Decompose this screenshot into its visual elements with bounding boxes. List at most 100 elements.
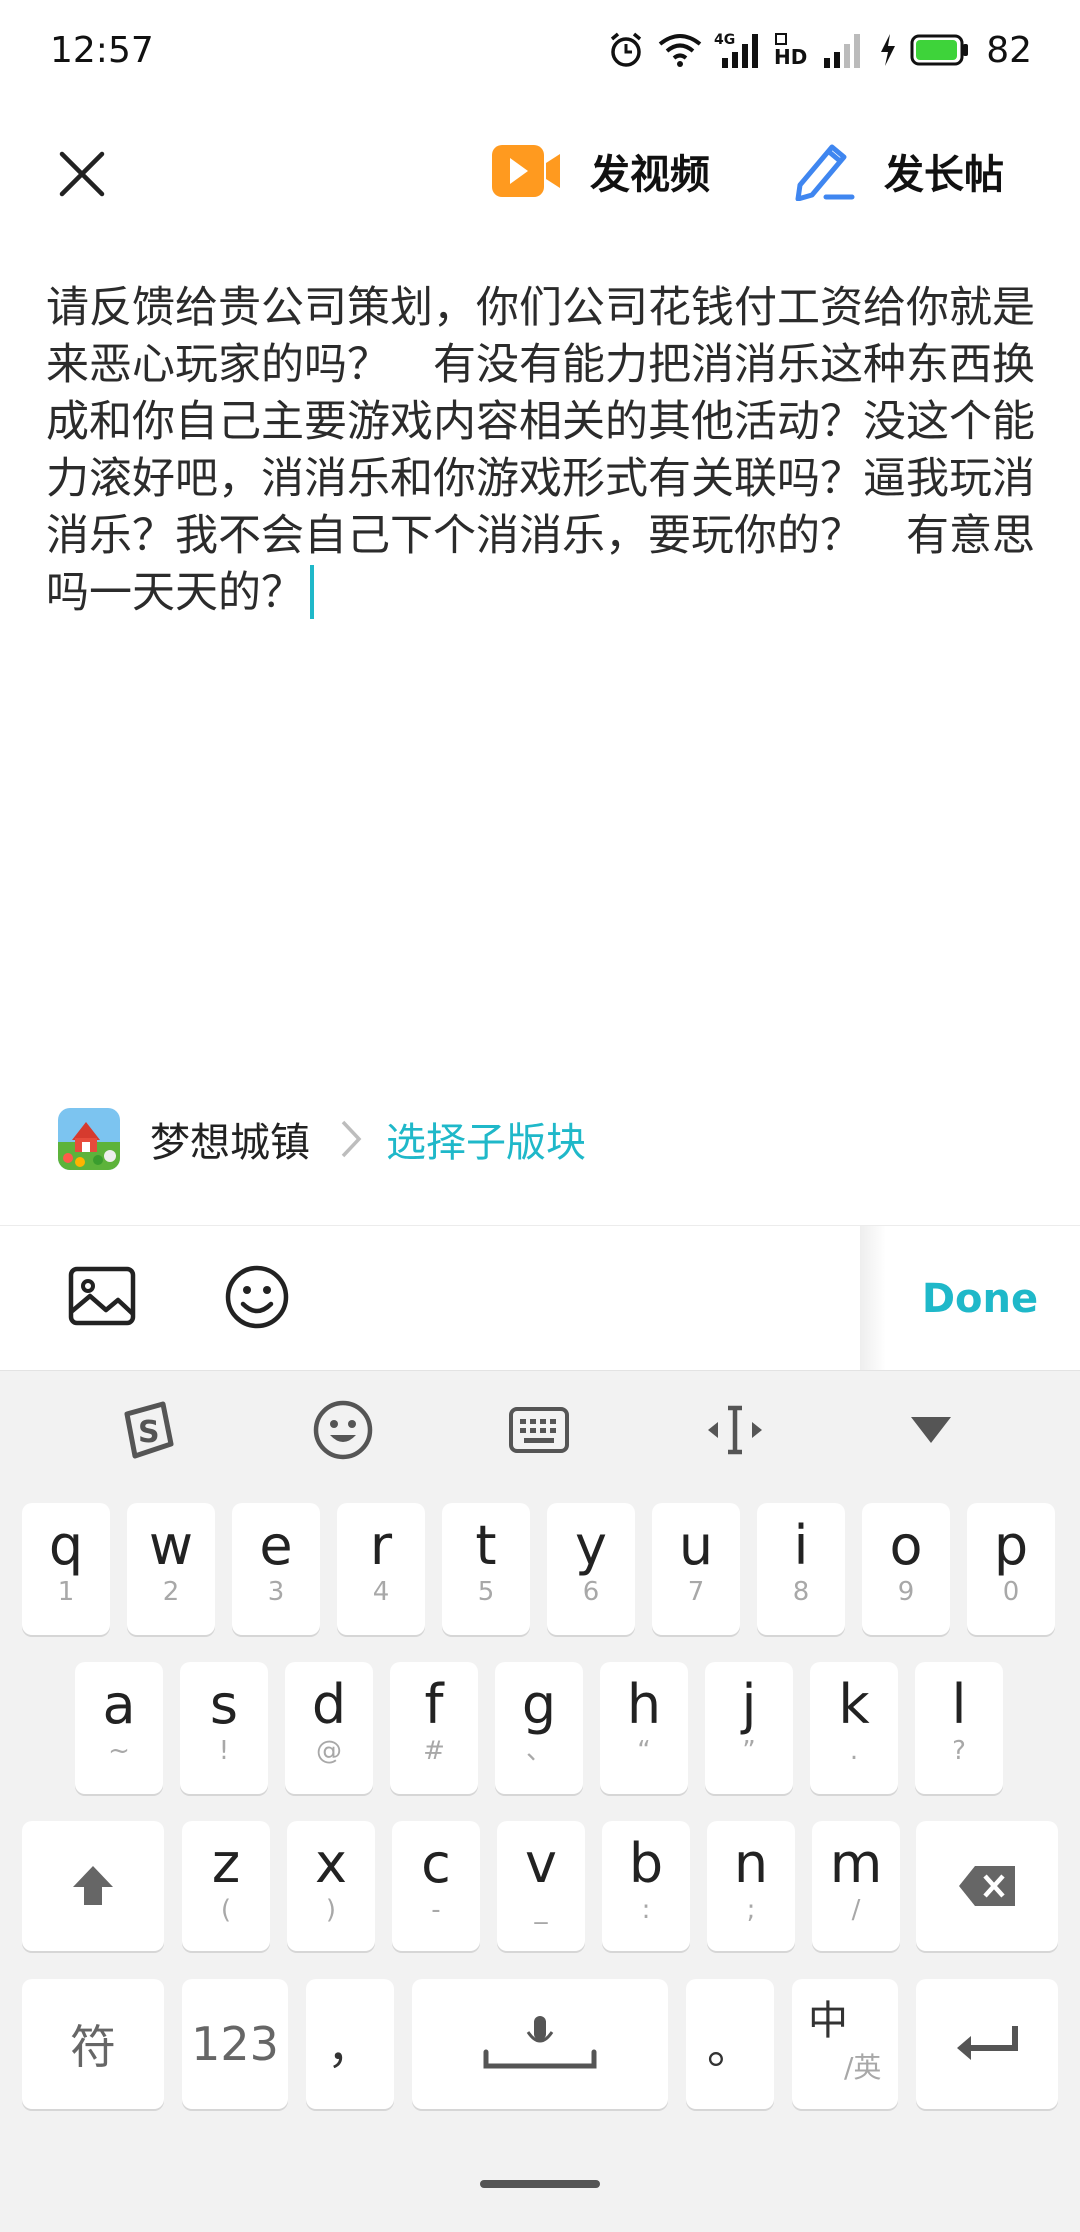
key-t[interactable]: t5	[442, 1503, 530, 1635]
key-s[interactable]: s!	[180, 1662, 268, 1794]
key-v[interactable]: v _	[497, 1821, 585, 1951]
key-letter: f	[424, 1673, 444, 1736]
post-video-label: 发视频	[590, 152, 710, 198]
image-icon	[68, 1266, 136, 1326]
backspace-icon	[959, 1866, 1015, 1906]
key-secondary: 0	[1002, 1577, 1020, 1607]
key-secondary: /	[851, 1895, 861, 1925]
status-bar: 12:57 4G HD 82	[0, 0, 1080, 110]
key-secondary: 7	[687, 1577, 705, 1607]
key-secondary: 8	[792, 1577, 810, 1607]
close-button[interactable]	[50, 142, 114, 206]
keyboard-emoji-button[interactable]	[308, 1399, 378, 1461]
home-indicator[interactable]	[480, 2180, 600, 2188]
key-y[interactable]: y6	[547, 1503, 635, 1635]
key-w[interactable]: w2	[127, 1503, 215, 1635]
key-letter: j	[741, 1673, 757, 1736]
key-secondary: .	[849, 1736, 859, 1766]
key-q[interactable]: q1	[22, 1503, 110, 1635]
key-secondary: (	[220, 1895, 232, 1925]
key-a[interactable]: a ~	[75, 1662, 163, 1794]
key-f[interactable]: f #	[390, 1662, 478, 1794]
key-secondary: ?	[952, 1736, 966, 1766]
key-letter: y	[575, 1514, 607, 1577]
numbers-key[interactable]: 123	[182, 1979, 288, 2109]
key-x[interactable]: x)	[287, 1821, 375, 1951]
enter-key[interactable]	[916, 1979, 1058, 2109]
key-d[interactable]: d @	[285, 1662, 373, 1794]
key-l[interactable]: l?	[915, 1662, 1003, 1794]
shift-arrow-icon	[73, 1866, 113, 1905]
key-secondary: _	[534, 1895, 548, 1925]
lang-main-label: 中	[808, 1998, 848, 2044]
key-k[interactable]: k.	[810, 1662, 898, 1794]
done-area: Done	[860, 1226, 1080, 1371]
key-letter: m	[829, 1832, 883, 1895]
key-j[interactable]: j”	[705, 1662, 793, 1794]
post-long-button[interactable]: 发长帖	[790, 136, 1004, 206]
key-letter: g	[521, 1673, 557, 1736]
key-u[interactable]: u7	[652, 1503, 740, 1635]
key-secondary: ~	[108, 1736, 130, 1766]
insert-emoji-button[interactable]	[224, 1264, 290, 1334]
lang-sub-label: /英	[844, 2051, 882, 2084]
keyboard-toolbar: S	[0, 1371, 1080, 1486]
key-c[interactable]: c-	[392, 1821, 480, 1951]
editor-toolbar: Done	[0, 1225, 1080, 1371]
hd-icon: HD	[774, 33, 808, 69]
key-letter: p	[993, 1514, 1029, 1577]
post-text-area[interactable]: 请反馈给贵公司策划，你们公司花钱付工资给你就是来恶心玩家的吗？ 有没有能力把消消…	[46, 280, 1036, 622]
key-b[interactable]: b:	[602, 1821, 690, 1951]
key-letter: d	[311, 1673, 347, 1736]
key-r[interactable]: r4	[337, 1503, 425, 1635]
comma-key-label: ，	[327, 2020, 373, 2074]
board-selector[interactable]: 梦想城镇 选择子版块	[58, 1105, 586, 1173]
key-secondary: 、	[525, 1736, 552, 1766]
key-secondary: 9	[897, 1577, 915, 1607]
key-p[interactable]: p0	[967, 1503, 1055, 1635]
enter-arrow-icon	[957, 2026, 1018, 2060]
key-letter: n	[733, 1832, 769, 1895]
language-switch-key[interactable]: 中 /英	[792, 1979, 898, 2109]
key-letter: r	[369, 1514, 393, 1577]
space-key[interactable]	[412, 1979, 668, 2109]
key-g[interactable]: g、	[495, 1662, 583, 1794]
key-i[interactable]: i8	[757, 1503, 845, 1635]
key-h[interactable]: h “	[600, 1662, 688, 1794]
key-letter: t	[475, 1514, 497, 1577]
key-e[interactable]: e3	[232, 1503, 320, 1635]
comma-key[interactable]: ，	[306, 1979, 394, 2109]
key-secondary: !	[218, 1736, 230, 1766]
period-key[interactable]: 。	[686, 1979, 774, 2109]
key-secondary: #	[423, 1736, 445, 1766]
board-game-icon	[58, 1108, 120, 1170]
post-video-button[interactable]: 发视频	[490, 136, 710, 206]
wifi-icon	[658, 34, 702, 67]
board-name: 梦想城镇	[150, 1120, 310, 1166]
select-subboard-link[interactable]: 选择子版块	[386, 1110, 586, 1168]
numbers-key-label: 123	[191, 2017, 279, 2071]
sogou-logo-button[interactable]: S	[112, 1399, 182, 1461]
hide-keyboard-button[interactable]	[896, 1399, 966, 1461]
insert-image-button[interactable]	[68, 1266, 136, 1330]
cursor-move-button[interactable]	[700, 1399, 770, 1461]
key-z[interactable]: z(	[182, 1821, 270, 1951]
key-letter: h	[626, 1673, 662, 1736]
pen-icon	[795, 144, 855, 201]
key-secondary: 6	[582, 1577, 600, 1607]
key-o[interactable]: o9	[862, 1503, 950, 1635]
keyboard-layout-button[interactable]	[504, 1399, 574, 1461]
key-n[interactable]: n;	[707, 1821, 795, 1951]
status-time: 12:57	[50, 30, 154, 71]
symbols-key[interactable]: 符	[22, 1979, 164, 2109]
shift-key[interactable]	[22, 1821, 164, 1951]
backspace-key[interactable]	[916, 1821, 1058, 1951]
key-m[interactable]: m /	[812, 1821, 900, 1951]
status-icons: 4G HD 82	[606, 26, 1032, 74]
done-button[interactable]: Done	[922, 1276, 1038, 1322]
post-header: 发视频 发长帖	[0, 110, 1080, 230]
post-long-label: 发长帖	[884, 152, 1004, 198]
key-secondary: 4	[372, 1577, 390, 1607]
key-secondary: ”	[742, 1736, 756, 1766]
key-letter: q	[48, 1514, 84, 1577]
